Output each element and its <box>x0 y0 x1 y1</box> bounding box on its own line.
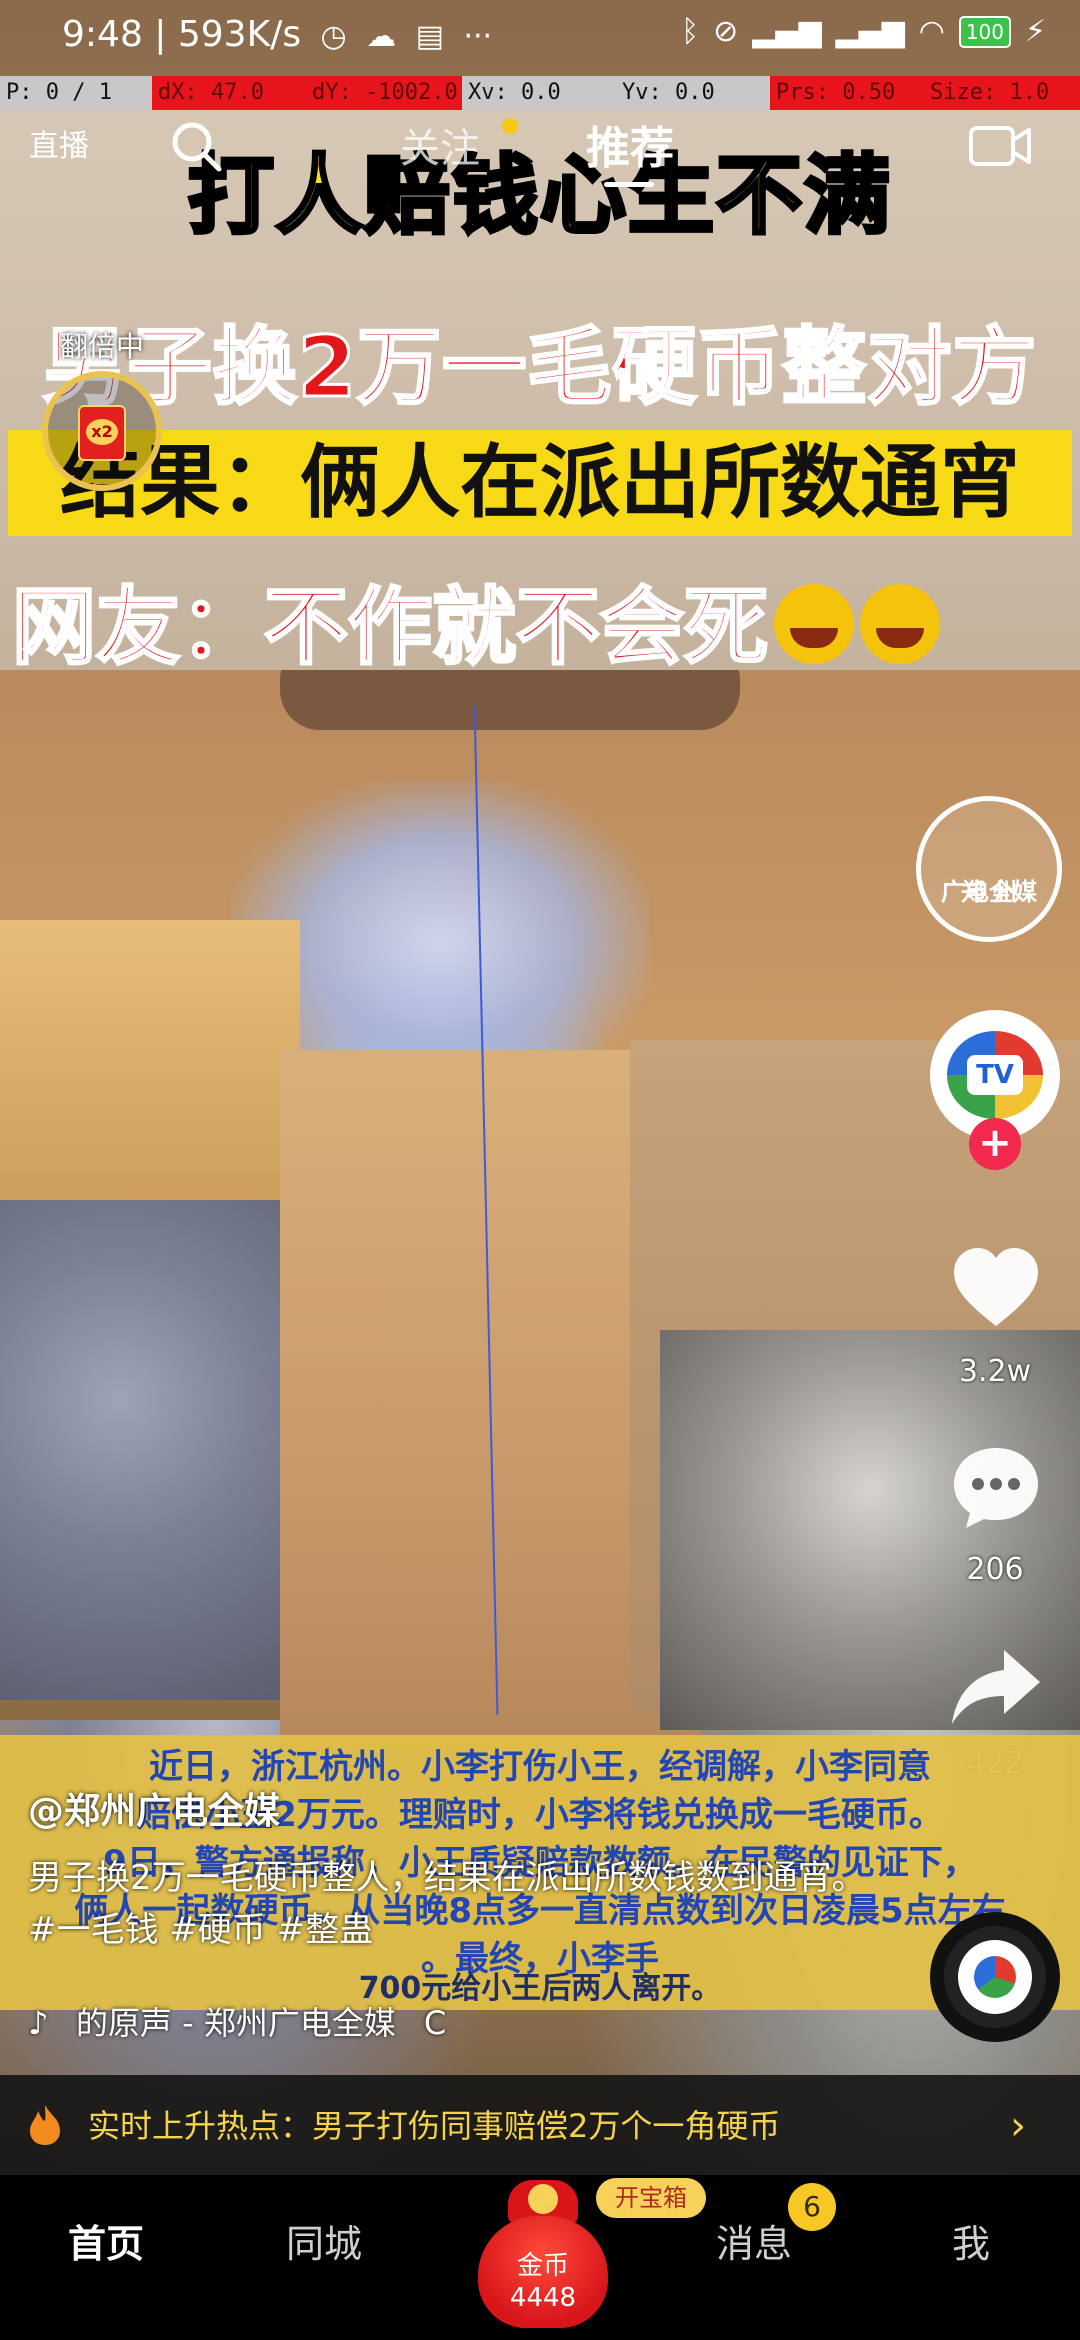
nav-city[interactable]: 同城 <box>286 2213 362 2268</box>
coin-count: 4448 <box>509 2283 577 2313</box>
flame-icon <box>30 2105 60 2145</box>
share-icon[interactable] <box>948 1640 1044 1736</box>
laughing-emoji-icon <box>774 584 855 664</box>
video-coins-left <box>0 1200 300 1700</box>
search-icon[interactable] <box>168 118 224 174</box>
double-coin-widget[interactable]: 翻倍中 x2 <box>32 325 172 525</box>
live-button[interactable]: 直播 <box>26 114 92 180</box>
coin-label: 金币 4448 <box>478 2250 608 2314</box>
music-disc-avatar-icon <box>958 1940 1032 2014</box>
heart-icon[interactable] <box>948 1240 1044 1336</box>
top-nav: 直播 关注 推荐 <box>0 104 1080 194</box>
sound-name: 的原声 - 郑州广电全媒 <box>76 2004 396 2042</box>
nfc-icon: ⊘ <box>713 14 739 49</box>
avatar-logo-text: TV <box>967 1055 1023 1095</box>
trending-text: 实时上升热点：男子打伤同事赔偿2万个一角硬币 <box>88 2107 781 2145</box>
signal-icon: ▂▄▆ <box>835 14 905 49</box>
nav-me[interactable]: 我 <box>952 2213 990 2268</box>
comment-icon[interactable] <box>948 1440 1044 1536</box>
network-speed: 593K/s <box>177 14 302 55</box>
status-time: 9:48 <box>62 14 143 55</box>
headline-line-4: 网友：不作就不会死 <box>10 577 769 678</box>
like-count: 3.2w <box>958 1354 1032 1389</box>
creator-badge-line-2: 广电全媒 <box>941 878 1037 906</box>
nav-messages[interactable]: 消息 <box>716 2213 792 2268</box>
signal-icon: ▂▄▆ <box>752 14 822 49</box>
chevron-right-icon: › <box>1010 2103 1026 2149</box>
coin-bag-button[interactable]: 金币 4448 <box>478 2180 608 2330</box>
coin-label-text: 金币 <box>516 2251 569 2281</box>
status-left: 9:48 | 593K/s ◷ ☁ ▤ ··· <box>62 14 493 55</box>
multiplier-badge: x2 <box>86 419 118 445</box>
sound-extra: C <box>423 2004 447 2042</box>
follow-notification-dot <box>502 118 518 134</box>
music-disc[interactable] <box>930 1912 1060 2042</box>
sound-row[interactable]: ♪ 的原声 - 郑州广电全媒 C <box>28 1998 446 2044</box>
charging-icon: ⚡ <box>1024 14 1046 49</box>
active-tab-indicator <box>604 182 654 187</box>
tab-recommend[interactable]: 推荐 <box>586 112 674 176</box>
follow-plus-button[interactable]: + <box>969 1118 1021 1170</box>
video-camera-icon[interactable] <box>968 120 1032 172</box>
double-label: 翻倍中 <box>59 330 144 363</box>
red-packet-icon: x2 <box>78 405 126 461</box>
music-note-icon: ♪ <box>28 2004 49 2042</box>
status-bar: 9:48 | 593K/s ◷ ☁ ▤ ··· ᛒ ⊘ ▂▄▆ ▂▄▆ ◠ 10… <box>0 0 1080 72</box>
nav-home[interactable]: 首页 <box>68 2213 144 2268</box>
headline-line-4-row: 网友：不作就不会死 <box>10 560 1080 681</box>
open-treasure-pill[interactable]: 开宝箱 <box>596 2178 706 2218</box>
post-description[interactable]: 男子换2万一毛硬币整人，结果在派出所数钱数到通宵。#一毛钱 #硬币 #整蛊 <box>28 1852 888 1956</box>
wifi-icon: ◠ <box>918 14 945 49</box>
tv-logo-icon: TV <box>947 1031 1043 1119</box>
bluetooth-icon: ᛒ <box>681 14 700 49</box>
laughing-emoji-icon <box>860 584 941 664</box>
wechat-icon: ☁ <box>366 19 397 54</box>
message-badge: 6 <box>788 2183 836 2231</box>
more-icon: ··· <box>463 19 493 54</box>
battery-icon: 100 <box>958 15 1011 48</box>
alarm-icon: ◷ <box>320 19 347 54</box>
creator-watermark-badge: 郑 州广电全媒 <box>916 796 1062 942</box>
tab-follow[interactable]: 关注 <box>400 116 480 174</box>
gold-coin-icon <box>528 2184 558 2214</box>
status-right: ᛒ ⊘ ▂▄▆ ▂▄▆ ◠ 100 ⚡ <box>681 14 1046 49</box>
author-name[interactable]: @郑州广电全媒 <box>28 1782 280 1834</box>
message-icon: ▤ <box>415 19 444 54</box>
trending-bar[interactable]: 实时上升热点：男子打伤同事赔偿2万个一角硬币 › <box>0 2075 1080 2175</box>
comment-count: 206 <box>966 1552 1024 1587</box>
